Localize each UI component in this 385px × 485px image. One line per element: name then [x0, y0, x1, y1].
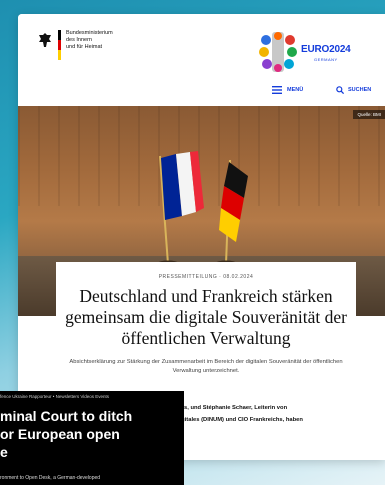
search-icon — [336, 86, 344, 94]
federal-eagle-icon — [39, 33, 51, 47]
article-teaser: PRESSEMITTEILUNG · 08.02.2024 Deutschlan… — [56, 262, 356, 396]
search-label: SUCHEN — [348, 87, 372, 93]
flags-illustration — [158, 151, 248, 266]
article-body-snippet: Bundes, und Stéphanie Schaer, Leiterin v… — [166, 402, 366, 426]
news-headline-line: or European open — [0, 426, 120, 442]
press-release-kicker: PRESSEMITTEILUNG · 08.02.2024 — [158, 274, 254, 280]
body-line: Bundes, und Stéphanie Schaer, Leiterin v… — [166, 405, 288, 411]
search-button[interactable]: SUCHEN — [336, 86, 371, 94]
article-summary: Absichtserklärung zur Stärkung der Zusam… — [69, 359, 343, 374]
hamburger-icon — [272, 86, 282, 94]
news-headline-line: minal Court to ditch — [0, 408, 133, 424]
ministry-line: und für Heimat — [66, 44, 103, 50]
image-credit: Quelle: BMI — [353, 110, 385, 119]
menu-label: MENÜ — [287, 87, 304, 93]
article-headline[interactable]: Deutschland und Frankreich stär­ken geme… — [62, 286, 350, 349]
ministry-line: des Innern — [66, 37, 92, 43]
news-headline[interactable]: minal Court to ditch or European open e — [0, 407, 184, 461]
news-overlay-panel: fence Ukraine Rapporteur • Newsletters V… — [0, 391, 184, 485]
news-nav-bar[interactable]: fence Ukraine Rapporteur • Newsletters V… — [0, 394, 109, 399]
euro2024-title: EURO2024 — [301, 44, 351, 55]
ministry-line: Bundesministerium — [66, 30, 113, 36]
menu-button[interactable]: MENÜ — [272, 86, 303, 94]
euro2024-subtitle: GERMANY — [314, 57, 338, 62]
ministry-logo-text[interactable]: Bundesministerium des Innern und für Hei… — [66, 30, 113, 51]
german-flag-bar — [58, 30, 61, 60]
body-line: für Digitales (DINUM) und CIO Frankreich… — [166, 417, 303, 423]
site-header: Bundesministerium des Innern und für Hei… — [18, 14, 385, 106]
news-subtitle: ronment to Open Desk, a German-developed — [0, 475, 101, 481]
news-headline-line: e — [0, 444, 8, 460]
euro2024-trophy-logo[interactable] — [258, 30, 298, 74]
